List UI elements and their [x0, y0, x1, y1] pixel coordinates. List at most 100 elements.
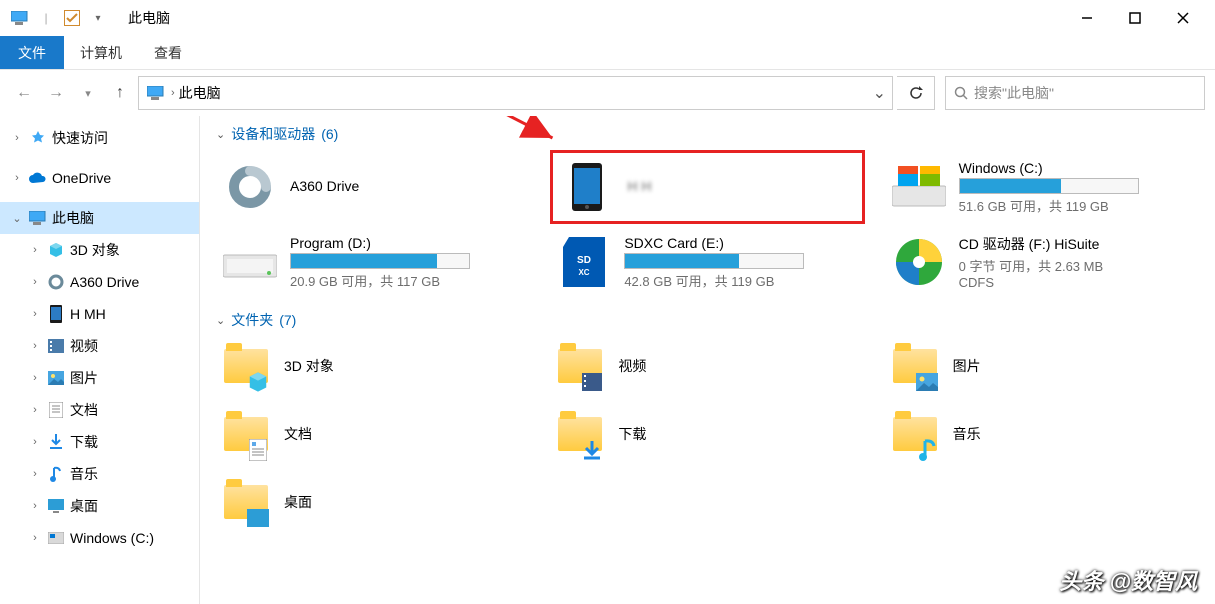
device-cd-f[interactable]: CD 驱动器 (F:) HiSuite 0 字节 可用，共 2.63 MB CD…	[885, 228, 1199, 296]
folder-downloads[interactable]: 下载	[550, 404, 864, 464]
chevron-right-icon[interactable]: ›	[10, 172, 24, 184]
search-box[interactable]: 搜索"此电脑"	[945, 76, 1205, 110]
sidebar-item-onedrive[interactable]: › OneDrive	[0, 162, 199, 194]
picture-icon	[46, 368, 66, 388]
qat-check-icon[interactable]	[60, 6, 84, 30]
nav-history-dropdown[interactable]: ▾	[74, 79, 102, 107]
chevron-right-icon[interactable]: ›	[28, 340, 42, 352]
device-sdxc-e[interactable]: SDXC SDXC Card (E:) 42.8 GB 可用，共 119 GB	[550, 228, 864, 296]
chevron-right-icon[interactable]: ›	[28, 500, 42, 512]
qat-dropdown-icon[interactable]: ▾	[86, 6, 110, 30]
sidebar-item-pictures[interactable]: › 图片	[0, 362, 199, 394]
address-dropdown-icon[interactable]: ⌄	[873, 83, 886, 103]
drive-windows-icon	[891, 159, 947, 215]
sidebar-item-quick-access[interactable]: › 快速访问	[0, 122, 199, 154]
music-icon	[915, 438, 939, 462]
search-icon	[954, 86, 968, 100]
device-phone[interactable]: H H	[550, 150, 864, 224]
star-icon	[28, 128, 48, 148]
chevron-right-icon[interactable]: ›	[28, 404, 42, 416]
sidebar-item-label: 桌面	[70, 496, 98, 516]
folder-pictures[interactable]: 图片	[885, 336, 1199, 396]
document-icon	[46, 400, 66, 420]
sidebar-item-music[interactable]: ›音乐	[0, 458, 199, 490]
section-count: (7)	[279, 312, 296, 328]
device-windows-c[interactable]: Windows (C:) 51.6 GB 可用，共 119 GB	[885, 150, 1199, 224]
device-a360[interactable]: A360 Drive	[216, 150, 530, 224]
sidebar-item-documents[interactable]: › 文档	[0, 394, 199, 426]
sidebar-item-label: 下载	[70, 432, 98, 452]
folder-3d-objects[interactable]: 3D 对象	[216, 336, 530, 396]
minimize-button[interactable]	[1075, 6, 1099, 30]
cube-icon	[246, 370, 270, 394]
sidebar-item-windows-c[interactable]: ›Windows (C:)	[0, 522, 199, 554]
window-title: 此电脑	[128, 8, 170, 28]
sidebar-item-label: 文档	[70, 400, 98, 420]
device-filesystem: CDFS	[959, 275, 1193, 290]
chevron-right-icon[interactable]: ›	[28, 372, 42, 384]
desktop-icon	[46, 496, 66, 516]
breadcrumb-separator: ›	[171, 87, 175, 99]
folder-videos[interactable]: 视频	[550, 336, 864, 396]
device-freespace: 42.8 GB 可用，共 119 GB	[624, 271, 858, 290]
sidebar-item-label: 3D 对象	[70, 240, 120, 260]
tab-view[interactable]: 查看	[138, 36, 198, 69]
sidebar-item-label: 快速访问	[52, 128, 108, 148]
phone-icon	[559, 159, 615, 215]
sidebar-item-desktop[interactable]: › 桌面	[0, 490, 199, 522]
nav-back-button[interactable]: ←	[10, 79, 38, 107]
sidebar-item-phone[interactable]: ›H MH	[0, 298, 199, 330]
chevron-right-icon[interactable]: ›	[28, 468, 42, 480]
sidebar-item-a360[interactable]: ›A360 Drive	[0, 266, 199, 298]
device-program-d[interactable]: Program (D:) 20.9 GB 可用，共 117 GB	[216, 228, 530, 296]
nav-forward-button[interactable]: →	[42, 79, 70, 107]
folder-documents[interactable]: 文档	[216, 404, 530, 464]
tab-file[interactable]: 文件	[0, 36, 64, 69]
chevron-down-icon: ⌄	[216, 314, 225, 327]
address-bar[interactable]: › 此电脑 ⌄	[138, 76, 893, 110]
sidebar-item-videos[interactable]: ›视频	[0, 330, 199, 362]
watermark: 头条 @数智风	[1059, 564, 1197, 596]
folder-label: 视频	[618, 356, 646, 376]
maximize-button[interactable]	[1123, 6, 1147, 30]
desktop-icon	[246, 506, 270, 530]
chevron-right-icon[interactable]: ›	[28, 532, 42, 544]
folder-icon	[220, 476, 272, 528]
nav-up-button[interactable]: ↑	[106, 79, 134, 107]
ribbon-tabs: 文件 计算机 查看	[0, 36, 1215, 70]
device-freespace: 0 字节 可用，共 2.63 MB	[959, 256, 1193, 275]
storage-bar	[290, 253, 470, 269]
tab-computer[interactable]: 计算机	[64, 36, 138, 69]
sidebar-item-this-pc[interactable]: ⌄ 此电脑	[0, 202, 199, 234]
chevron-right-icon[interactable]: ›	[28, 244, 42, 256]
breadcrumb-location[interactable]: 此电脑	[179, 83, 221, 103]
window-controls	[1075, 6, 1207, 30]
a360-icon	[222, 159, 278, 215]
folder-desktop[interactable]: 桌面	[216, 472, 530, 532]
device-name: A360 Drive	[290, 178, 524, 194]
refresh-button[interactable]	[897, 76, 935, 110]
chevron-right-icon[interactable]: ›	[28, 308, 42, 320]
folders-grid: 3D 对象 视频 图片 文档 下载 音乐	[216, 336, 1199, 532]
svg-text:XC: XC	[579, 268, 590, 277]
folder-icon	[220, 340, 272, 392]
folder-music[interactable]: 音乐	[885, 404, 1199, 464]
this-pc-icon	[28, 208, 48, 228]
film-icon	[46, 336, 66, 356]
section-devices-header[interactable]: ⌄ 设备和驱动器 (6)	[216, 124, 1199, 144]
content-area: ⌄ 设备和驱动器 (6) A360 Drive H H	[200, 116, 1215, 604]
sidebar-item-downloads[interactable]: › 下载	[0, 426, 199, 458]
section-folders-header[interactable]: ⌄ 文件夹 (7)	[216, 310, 1199, 330]
folder-icon	[889, 340, 941, 392]
chevron-right-icon[interactable]: ›	[28, 276, 42, 288]
sidebar-item-3d-objects[interactable]: › 3D 对象	[0, 234, 199, 266]
chevron-down-icon[interactable]: ⌄	[10, 212, 24, 225]
device-name: Windows (C:)	[959, 160, 1193, 176]
sidebar-item-label: 图片	[70, 368, 98, 388]
storage-bar	[624, 253, 804, 269]
close-button[interactable]	[1171, 6, 1195, 30]
chevron-right-icon[interactable]: ›	[28, 436, 42, 448]
section-count: (6)	[321, 126, 338, 142]
chevron-right-icon[interactable]: ›	[10, 132, 24, 144]
document-icon	[246, 438, 270, 462]
